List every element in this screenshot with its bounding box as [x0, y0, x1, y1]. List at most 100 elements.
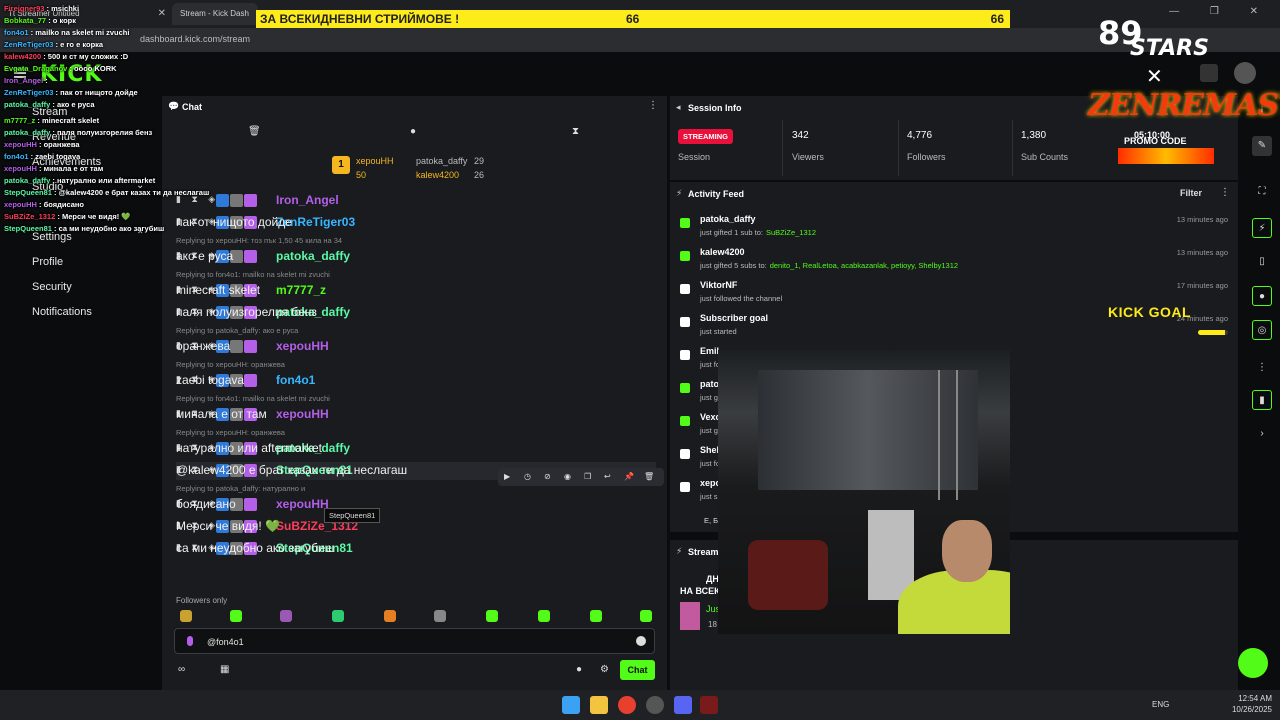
activity-item[interactable]: patoka_daffy just gifted 1 sub to: SuBZiZe…: [670, 212, 1238, 244]
reply-context[interactable]: Replying to patoka_daffy: ако е руса: [176, 326, 298, 335]
chat-username[interactable]: Iron_Angel: [276, 193, 339, 207]
goal-progress-fill: [1198, 330, 1225, 335]
clock-date[interactable]: 10/26/2025: [1222, 705, 1272, 714]
chat-username[interactable]: xepouHH: [276, 497, 329, 511]
emote-icon[interactable]: [332, 610, 344, 622]
activity-name[interactable]: patoka_daffy: [700, 214, 756, 224]
reply-icon[interactable]: ↩: [604, 472, 614, 482]
trash-icon[interactable]: 🗑: [248, 126, 261, 137]
support-chat-icon[interactable]: [1238, 648, 1268, 678]
reply-context[interactable]: Replying to fon4o1: mailko na skelet mi …: [176, 394, 330, 403]
broadcast-icon[interactable]: ◎: [1252, 320, 1272, 340]
edit-icon[interactable]: ✎: [1252, 136, 1272, 156]
chat-text: @kalew4200 е брат казах ти да неслагаш: [176, 463, 408, 477]
chat-bubble-icon[interactable]: ●: [576, 664, 582, 675]
activity-recipients[interactable]: SuBZiZe_1312: [766, 228, 816, 237]
kebab-menu-icon[interactable]: ⋮: [1252, 358, 1272, 378]
emote-icon[interactable]: [434, 610, 446, 622]
chat-message[interactable]: ▮ ⧗ ◈ xepouHH боядисано: [176, 496, 656, 514]
reply-context[interactable]: Replying to xepouHH: оранжева: [176, 428, 285, 437]
clock-time[interactable]: 12:54 AM: [1222, 694, 1272, 703]
chrome-icon[interactable]: [618, 696, 636, 714]
emote-icon[interactable]: [230, 610, 242, 622]
kebab-menu-icon[interactable]: ⋮: [1220, 187, 1230, 198]
emote-icon[interactable]: [180, 610, 192, 622]
overlay-chat-text: minecraft skelet: [41, 116, 100, 125]
avatar[interactable]: [1234, 62, 1256, 84]
filter-button[interactable]: Filter: [1180, 188, 1202, 198]
emote-icon[interactable]: [640, 610, 652, 622]
delete-icon[interactable]: 🗑: [644, 472, 654, 482]
chat-message[interactable]: ▮ ⧗ ◈ fon4o1 zaebi togava: [176, 372, 656, 390]
bolt-icon[interactable]: ⚡: [1252, 218, 1272, 238]
reply-context[interactable]: Replying to xepouHH: тоз пък 1,50 45 кил…: [176, 236, 342, 245]
app-icon[interactable]: [646, 696, 664, 714]
chat-input-value[interactable]: @fon4o1: [207, 637, 244, 647]
chat-message[interactable]: ▮ ⧗ ◈ xepouHH оранжева: [176, 338, 656, 356]
emote-icon[interactable]: [280, 610, 292, 622]
activity-name[interactable]: Emil: [700, 346, 719, 356]
emote-icon[interactable]: [590, 610, 602, 622]
panel-icon[interactable]: ▮: [1252, 390, 1272, 410]
copy-icon[interactable]: ❐: [584, 472, 594, 482]
chat-text: оранжева: [176, 339, 231, 353]
emote-icon[interactable]: [486, 610, 498, 622]
streamer-logo-text: ZENREMASTA: [1088, 88, 1280, 123]
activity-name[interactable]: kalew4200: [700, 247, 745, 257]
reply-context[interactable]: Replying to xepouHH: оранжева: [176, 360, 285, 369]
chat-message[interactable]: ▮ ⧗ ◈ patoka_daffy паля полуизгорелия бенз: [176, 304, 656, 322]
chevron-icon[interactable]: ›: [1252, 424, 1272, 444]
chat-username[interactable]: fon4o1: [276, 373, 315, 387]
chat-message[interactable]: ▮ ⧗ ◈ patoka_daffy натурално или aftermark…: [176, 440, 656, 458]
activity-item[interactable]: kalew4200 just gifted 5 subs to: denito_1,…: [670, 245, 1238, 277]
chat-message[interactable]: ▮ ⧗ ◈ SuBZiZe_1312 Мерси че видя! 💚: [176, 518, 656, 536]
kebab-menu-icon[interactable]: ⋮: [648, 100, 658, 111]
phone-icon[interactable]: ▯: [1252, 252, 1272, 272]
chat-input[interactable]: @fon4o1: [174, 628, 655, 654]
chat-message[interactable]: ▮ ⧗ ◈ m7777_z minecraft skelet: [176, 282, 656, 300]
chat-message[interactable]: ▮ ⧗ ◈ StepQueen81 са ми неудобно ако загуб…: [176, 540, 656, 558]
ban-icon[interactable]: ⊘: [544, 472, 554, 482]
chat-message[interactable]: ▮ ⧗ ◈ ZenReTiger03 пак от нищото дойде: [176, 214, 656, 232]
timeout-icon[interactable]: ◷: [524, 472, 534, 482]
mic-icon[interactable]: [187, 636, 193, 646]
gear-icon[interactable]: ⚙: [600, 664, 609, 675]
emoji-icon[interactable]: [636, 636, 646, 646]
chat-bubble-icon[interactable]: ●: [1252, 286, 1272, 306]
third-name: kalew4200: [416, 170, 460, 180]
pin-icon[interactable]: 📌: [624, 472, 634, 482]
start-icon[interactable]: [562, 696, 580, 714]
leader-name: xepouHH: [356, 156, 394, 166]
terminal-icon[interactable]: [700, 696, 718, 714]
reply-context[interactable]: Replying to patoka_daffy: натурално и: [176, 484, 305, 493]
eye-icon[interactable]: ◉: [564, 472, 574, 482]
chat-username[interactable]: m7777_z: [276, 283, 326, 297]
sidebar-item-notifications[interactable]: Notifications: [32, 306, 92, 318]
chat-icon[interactable]: ●: [410, 126, 416, 137]
emote-icon[interactable]: [384, 610, 396, 622]
activity-name[interactable]: ViktorNF: [700, 280, 737, 290]
activity-recipients[interactable]: denito_1, RealLetoa, acabkazanlak, petio…: [770, 261, 958, 270]
hourglass-icon[interactable]: ⧗: [572, 126, 579, 137]
category-thumbnail[interactable]: [680, 602, 700, 630]
play-icon[interactable]: ▶: [504, 472, 514, 482]
overlay-strip: [1118, 148, 1214, 164]
language-indicator[interactable]: ENG: [1152, 700, 1169, 709]
chat-username[interactable]: patoka_daffy: [276, 249, 350, 263]
activity-name[interactable]: Subscriber goal: [700, 313, 768, 323]
emote-icon[interactable]: [538, 610, 550, 622]
chat-message[interactable]: ▮ ⧗ ◈ xepouHH минала е от там: [176, 406, 656, 424]
store-icon[interactable]: ▦: [220, 664, 229, 675]
chat-message[interactable]: ▮ ⧗ ◈ Iron_Angel: [176, 192, 656, 210]
chat-username[interactable]: xepouHH: [276, 407, 329, 421]
chat-username[interactable]: xepouHH: [276, 339, 329, 353]
overlay-chat-name: SuBZiZe_1312: [4, 212, 56, 221]
send-chat-button[interactable]: Chat: [620, 660, 655, 680]
chat-message[interactable]: ▮ ⧗ ◈ patoka_daffy ако е руса: [176, 248, 656, 266]
file-explorer-icon[interactable]: [590, 696, 608, 714]
settings-dots-icon[interactable]: ∞: [178, 664, 185, 675]
followers-label: Followers: [907, 152, 946, 162]
discord-icon[interactable]: [674, 696, 692, 714]
activity-name[interactable]: pato: [700, 379, 719, 389]
fullscreen-icon[interactable]: ⛶: [1252, 182, 1272, 202]
